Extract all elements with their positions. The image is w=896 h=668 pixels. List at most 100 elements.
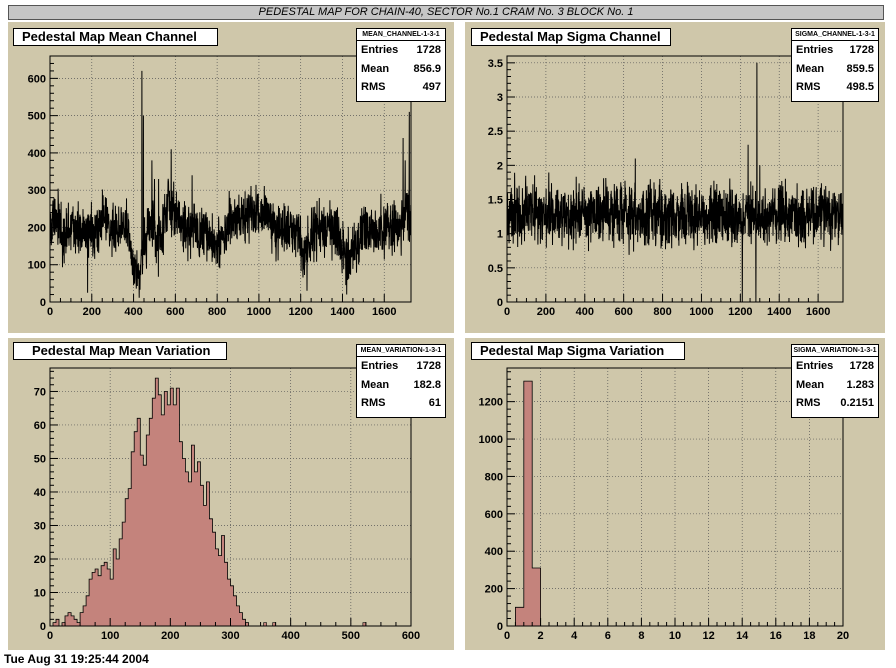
histogram-bin	[263, 622, 267, 627]
y-tick-label: 500	[28, 111, 46, 123]
x-tick-label: 1000	[689, 306, 713, 318]
y-tick-label: 200	[485, 584, 503, 596]
y-tick-label: 600	[28, 73, 46, 85]
stats-rms-label: RMS	[796, 397, 821, 409]
y-tick-label: 30	[34, 520, 46, 532]
x-tick-label: 1600	[806, 306, 830, 318]
y-tick-label: 40	[34, 487, 46, 499]
x-tick-label: 18	[803, 630, 815, 642]
x-tick-label: 6	[605, 630, 611, 642]
mean-channel-title: Pedestal Map Mean Channel	[13, 28, 218, 46]
y-tick-label: 400	[485, 546, 503, 558]
stats-entries-value: 1728	[849, 44, 874, 56]
stats-mean-value: 1.283	[846, 378, 874, 391]
y-tick-label: 0	[497, 297, 503, 309]
stats-name: MEAN_CHANNEL-1-3-1	[357, 29, 445, 41]
x-tick-label: 400	[576, 306, 594, 318]
y-tick-label: 800	[485, 471, 503, 483]
y-tick-label: 0	[40, 621, 46, 633]
y-tick-label: 3	[497, 92, 503, 104]
x-tick-label: 0	[47, 630, 53, 642]
pad-sigma-channel: 0 200 400 600 800 1000 1200 1400 1600 0 0.5 1 1.5 2 2.…	[465, 22, 885, 333]
stats-name: SIGMA_VARIATION-1-3-1	[792, 345, 878, 357]
y-tick-label: 10	[34, 587, 46, 599]
y-tick-label: 300	[28, 185, 46, 197]
stats-name: SIGMA_CHANNEL-1-3-1	[792, 29, 878, 41]
x-tick-label: 200	[537, 306, 555, 318]
x-tick-label: 2	[538, 630, 544, 642]
stats-rms-label: RMS	[361, 397, 386, 409]
y-tick-label: 1200	[479, 397, 503, 409]
x-tick-label: 1600	[372, 306, 396, 318]
y-tick-label: 2	[497, 160, 503, 172]
mean-variation-title: Pedestal Map Mean Variation	[13, 342, 227, 360]
mean-variation-stats-box: MEAN_VARIATION-1-3-1 Entries 1728 Mean 182…	[356, 344, 446, 418]
sigma-variation-title: Pedestal Map Sigma Variation	[471, 342, 685, 360]
x-tick-label: 200	[83, 306, 101, 318]
x-tick-label: 400	[281, 630, 299, 642]
pad-sigma-variation: 0 2 4 6 8 10 12 14 16 18 20 0 200 400 600 800 1000 1200 P…	[465, 338, 885, 650]
x-tick-label: 200	[161, 630, 179, 642]
stats-mean-label: Mean	[361, 62, 390, 75]
x-tick-label: 16	[770, 630, 782, 642]
x-tick-label: 600	[614, 306, 632, 318]
mean-channel-stats-box: MEAN_CHANNEL-1-3-1 Entries 1728 Mean 856.9…	[356, 28, 446, 102]
y-tick-label: 0	[497, 621, 503, 633]
pad-mean-variation: 0 100 200 300 400 500 600 0 10 20 30 40 50 60 70 Pedes…	[8, 338, 454, 650]
y-tick-label: 0.5	[488, 263, 503, 275]
x-tick-label: 1400	[330, 306, 354, 318]
x-tick-label: 10	[669, 630, 681, 642]
stats-rms-value: 498.5	[846, 81, 874, 93]
stats-entries-label: Entries	[361, 44, 399, 56]
footer-timestamp: Tue Aug 31 19:25:44 2004	[4, 652, 149, 666]
x-tick-label: 0	[504, 630, 510, 642]
stats-mean-value: 856.9	[413, 62, 441, 75]
stats-name: MEAN_VARIATION-1-3-1	[357, 345, 445, 357]
stats-mean-label: Mean	[796, 62, 825, 75]
y-tick-label: 400	[28, 148, 46, 160]
y-tick-label: 3.5	[488, 58, 503, 70]
y-tick-label: 100	[28, 260, 46, 272]
x-tick-label: 300	[221, 630, 239, 642]
y-tick-label: 600	[485, 509, 503, 521]
stats-mean-value: 182.8	[413, 378, 441, 391]
x-tick-label: 800	[653, 306, 671, 318]
y-tick-label: 70	[34, 386, 46, 398]
x-tick-label: 4	[571, 630, 578, 642]
x-tick-label: 100	[101, 630, 119, 642]
y-tick-label: 20	[34, 554, 46, 566]
y-tick-label: 0	[40, 297, 46, 309]
canvas-title: PEDESTAL MAP FOR CHAIN-40, SECTOR No.1 C…	[8, 5, 884, 20]
x-tick-label: 800	[208, 306, 226, 318]
x-tick-label: 1000	[247, 306, 271, 318]
stats-mean-label: Mean	[361, 378, 390, 391]
x-tick-label: 600	[166, 306, 184, 318]
x-tick-label: 14	[736, 630, 749, 642]
x-tick-label: 20	[837, 630, 849, 642]
x-tick-label: 500	[342, 630, 360, 642]
stats-entries-value: 1728	[416, 44, 441, 56]
stats-rms-label: RMS	[361, 81, 386, 93]
sigma-channel-title: Pedestal Map Sigma Channel	[471, 28, 671, 46]
stats-entries-label: Entries	[796, 360, 834, 372]
y-tick-label: 1	[497, 229, 503, 241]
x-tick-label: 1200	[288, 306, 312, 318]
stats-rms-value: 497	[422, 81, 441, 93]
y-tick-label: 2.5	[488, 126, 503, 138]
y-tick-label: 50	[34, 453, 46, 465]
x-tick-label: 12	[702, 630, 714, 642]
stats-mean-label: Mean	[796, 378, 825, 391]
stats-entries-value: 1728	[416, 360, 441, 372]
y-tick-label: 1000	[479, 434, 503, 446]
sigma-channel-stats-box: SIGMA_CHANNEL-1-3-1 Entries 1728 Mean 859.…	[791, 28, 879, 102]
pad-mean-channel: 0 200 400 600 800 1000 1200 1400 1600 0 100 200 300 4…	[8, 22, 454, 333]
stats-rms-value: 61	[428, 397, 441, 409]
stats-entries-value: 1728	[849, 360, 874, 372]
sigma-variation-stats-box: SIGMA_VARIATION-1-3-1 Entries 1728 Mean 1.…	[791, 344, 879, 418]
x-tick-label: 600	[402, 630, 420, 642]
x-tick-label: 1200	[728, 306, 752, 318]
stats-entries-label: Entries	[796, 44, 834, 56]
x-tick-label: 1400	[767, 306, 791, 318]
x-tick-label: 0	[504, 306, 510, 318]
x-tick-label: 400	[124, 306, 142, 318]
